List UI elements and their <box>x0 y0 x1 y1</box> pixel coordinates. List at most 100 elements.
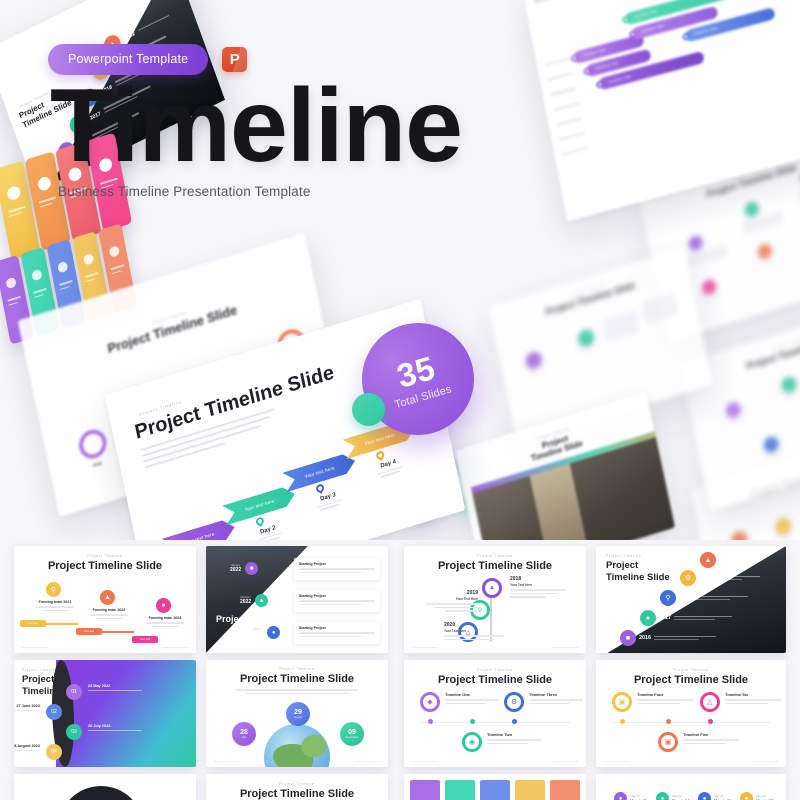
date-month: July <box>241 736 247 739</box>
timeline-tag[interactable]: Your text <box>76 628 102 635</box>
timeline-node[interactable] <box>576 327 596 349</box>
stair-step[interactable]: ⚲ 2018 <box>660 590 748 606</box>
thumb-timeline-four-six[interactable]: Project Timeline Project Timeline Slide … <box>596 660 786 767</box>
timeline-node[interactable]: ⚲ <box>46 582 61 597</box>
entry-label: Timeline Six <box>725 692 749 697</box>
thumb-vertical-rings[interactable]: Project Timeline Project Timeline Slide … <box>404 546 586 653</box>
stair-step[interactable]: ■ 2016 <box>620 630 716 646</box>
date-node[interactable]: 09 September <box>340 722 364 746</box>
powerpoint-icon-letter: P <box>229 51 240 68</box>
wave-node[interactable] <box>76 426 110 462</box>
slide-count: 35 <box>392 348 440 395</box>
gantt-bar-start-dot <box>595 80 604 89</box>
slide-divider <box>641 292 679 324</box>
stair-step[interactable]: ⚙ 2019 <box>680 570 760 586</box>
entry-row[interactable]: February 2022 ▲ <box>240 594 269 607</box>
thumb-road-gradient[interactable]: Project Timeline Project Timeline Slide … <box>14 660 196 767</box>
node-year: 2019 <box>466 590 478 596</box>
color-column[interactable]: 2022 <box>550 780 580 800</box>
thumb-plain-title[interactable]: Project Timeline Project Timeline Slide <box>206 774 388 800</box>
entry-row[interactable]: January 2022 ■ <box>230 562 259 575</box>
step-lines <box>714 575 760 581</box>
step-lines <box>694 595 748 601</box>
pin-icon: ● <box>698 792 711 800</box>
thumb-title: Project Timeline Slide <box>633 674 749 686</box>
node-lines <box>146 622 184 628</box>
step-lines <box>654 635 716 641</box>
color-column[interactable]: 2021 <box>515 780 545 800</box>
gantt-row-rails <box>544 57 590 168</box>
column-lines <box>33 287 48 301</box>
stair-step[interactable]: ▲ 2022 <box>700 552 762 568</box>
entry-card[interactable]: Starting Project <box>294 590 380 612</box>
timeline-node[interactable] <box>687 234 704 253</box>
entry-icon-globe-icon: ◉ <box>462 732 482 752</box>
date-node[interactable]: 28 July <box>232 722 256 746</box>
thumb-color-columns[interactable]: 2018 2019 2020 2021 2022 <box>404 774 586 800</box>
entry-row[interactable]: March 2022 ● <box>252 626 281 639</box>
timeline-node[interactable] <box>762 434 780 454</box>
entry-card[interactable]: Starting Project <box>294 622 380 644</box>
entry-text: Timeline Six <box>725 692 781 712</box>
month-pin[interactable]: ● Step 02 March 14 <box>656 792 689 800</box>
color-column[interactable]: 2019 <box>445 780 475 800</box>
arrow-label: Your text here <box>304 464 336 479</box>
month-pin[interactable]: ● Step 03 March 21 <box>698 792 731 800</box>
timeline-node[interactable] <box>724 400 743 420</box>
step-year: 2019 <box>699 575 711 581</box>
step-number-badge[interactable]: 01 <box>66 684 82 700</box>
thumb-globe[interactable]: Project Timeline Project Timeline Slide … <box>206 660 388 767</box>
month-pin[interactable]: ● Step 01 March 11 <box>614 792 647 800</box>
ring-node[interactable]: ▲ <box>482 578 502 598</box>
date-node[interactable]: 29 August <box>286 702 310 726</box>
thumb-dark-starting-project[interactable]: Project Timeline January 2022 ■ Starting… <box>206 546 388 653</box>
thumb-staircase-photo[interactable]: Project Timeline Project Timeline Slide … <box>596 546 786 653</box>
timeline-node[interactable]: ● <box>156 598 171 613</box>
timeline-entry[interactable]: ⚙ Timeline Three <box>504 692 583 712</box>
node-sub: Your Text Here <box>444 629 467 633</box>
step-number-badge[interactable]: 03 <box>66 724 82 740</box>
thumb-month-pins[interactable]: ● Step 01 March 11 ● Step 02 March 14 ● … <box>596 774 786 800</box>
entry-icon-bulb-icon: ● <box>267 626 281 639</box>
thumb-kicker: Project Timeline <box>87 554 123 558</box>
timeline-node[interactable] <box>524 349 544 371</box>
step-number-badge[interactable]: 04 <box>46 744 62 760</box>
timeline-entry[interactable]: ▣ Timeline Five <box>658 732 739 752</box>
color-column[interactable]: 2018 <box>410 780 440 800</box>
thumb-timeline-one-three[interactable]: Project Timeline Project Timeline Slide … <box>404 660 586 767</box>
thumb-dark-circle[interactable] <box>14 774 196 800</box>
step-icon-search-icon: ⚲ <box>660 590 676 606</box>
timeline-node[interactable] <box>700 278 718 296</box>
timeline-entry[interactable]: ▣ Timeline Four <box>612 692 693 712</box>
stair-step[interactable]: ● 2017 <box>640 610 732 626</box>
timeline-tag[interactable]: Your text <box>132 636 158 643</box>
timeline-entry[interactable]: △ Timeline Six <box>700 692 781 712</box>
dark-circle-shape <box>58 786 144 800</box>
timeline-entry[interactable]: ◆ Timeline One <box>420 692 499 712</box>
step-number-badge[interactable]: 02 <box>46 704 62 720</box>
timeline-node[interactable] <box>773 516 793 537</box>
timeline-node[interactable] <box>743 200 760 219</box>
step-number: 03 <box>71 729 77 735</box>
column-icon <box>5 276 17 290</box>
thumb-title: Project Timeline Slide <box>437 674 553 686</box>
entry-card[interactable]: Starting Project <box>294 558 380 580</box>
timeline-arrow[interactable]: Your text here <box>162 517 237 540</box>
thumb-forming-team[interactable]: Project Timeline Project Timeline Slide … <box>14 546 196 653</box>
column-icon <box>82 252 95 266</box>
thumb-body-lines <box>236 689 358 695</box>
timeline-node[interactable]: ▲ <box>100 590 115 605</box>
step-year: 2022 <box>719 557 731 563</box>
thumb-kicker: Project Timeline <box>279 667 315 671</box>
entry-heading: Starting Project <box>299 626 326 630</box>
timeline-entry[interactable]: ◉ Timeline Two <box>462 732 541 752</box>
month-pin[interactable]: ● Step 04 March 28 <box>740 792 773 800</box>
timeline-node[interactable] <box>729 529 749 540</box>
color-column[interactable]: 2020 <box>480 780 510 800</box>
thumb-footer <box>412 760 578 762</box>
timeline-tag[interactable]: Your text <box>20 620 46 627</box>
timeline-node[interactable] <box>756 242 773 261</box>
entry-label: Timeline Two <box>487 732 512 737</box>
timeline-node[interactable] <box>780 375 798 395</box>
gantt-bar-label: Timeline Title <box>582 47 607 58</box>
